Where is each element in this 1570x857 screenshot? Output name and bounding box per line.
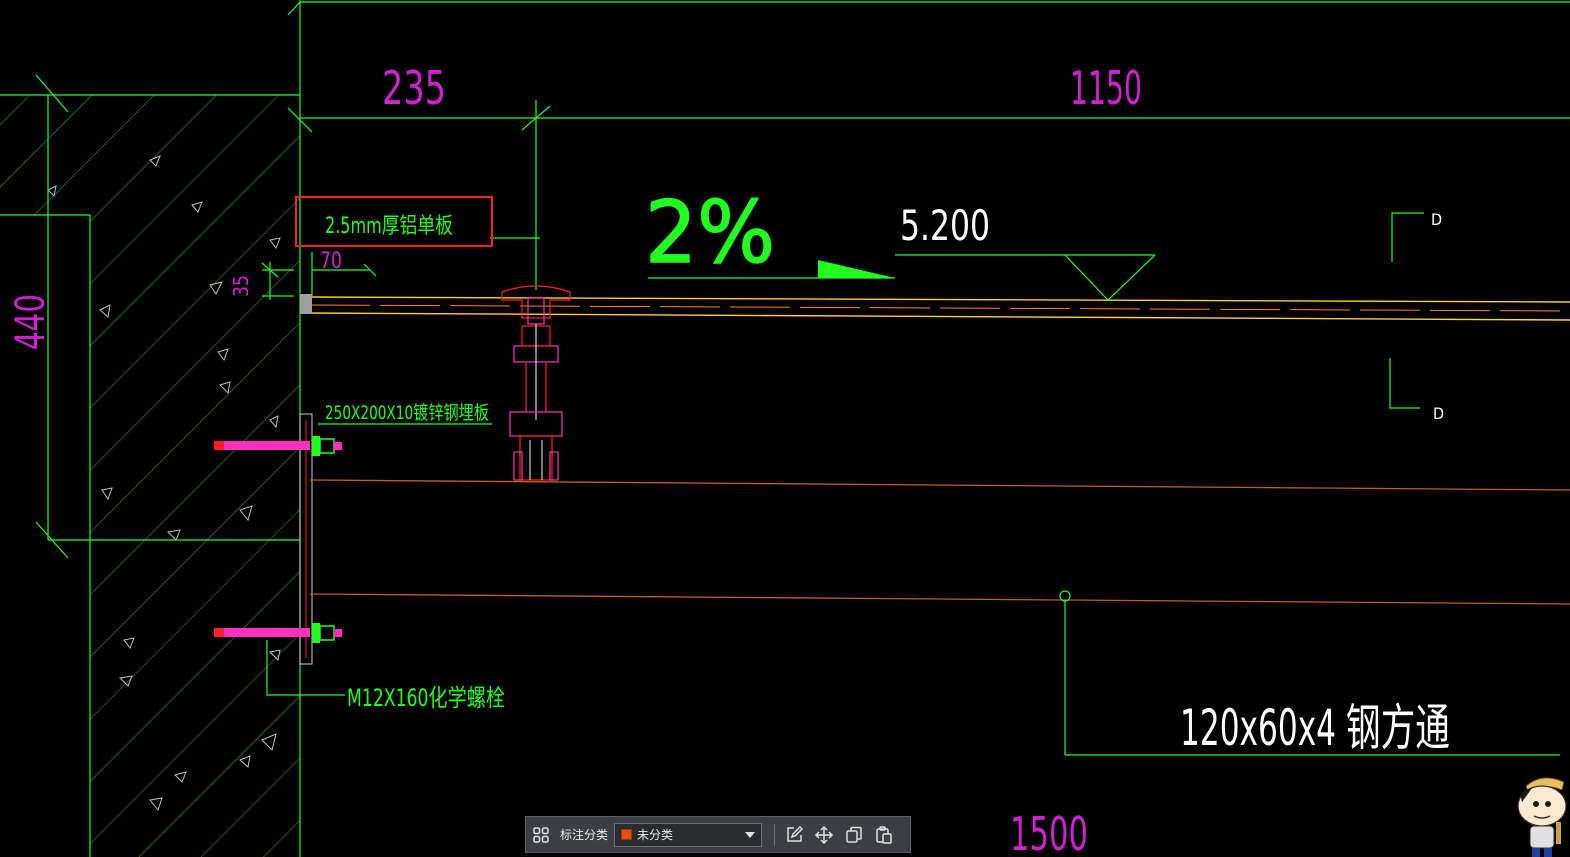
category-color-swatch (621, 829, 633, 840)
edit-icon[interactable] (779, 820, 809, 850)
copy-icon[interactable] (839, 820, 869, 850)
paste-icon[interactable] (869, 820, 899, 850)
slope-percent: 2% (645, 183, 775, 283)
cad-viewport[interactable]: 235 1150 440 70 35 1500 2% 5.200 D D 2.5… (0, 0, 1570, 857)
dim-1150: 1150 (1070, 61, 1142, 115)
dim-35: 35 (229, 275, 253, 297)
section-mark-bottom: D (1433, 404, 1444, 423)
slope-arrow (818, 260, 895, 278)
dim-70: 70 (320, 249, 342, 274)
category-select[interactable]: 未分类 (614, 822, 763, 847)
annotation-toolbar: 标注分类 未分类 (525, 816, 911, 853)
elevation-value: 5.200 (900, 201, 990, 250)
section-mark-top: D (1431, 210, 1442, 229)
dim-440: 440 (8, 294, 54, 350)
bolt-annotation: M12X160化学螺栓 (347, 684, 505, 712)
category-label: 标注分类 (560, 828, 609, 842)
concrete-wall (0, 95, 300, 857)
dim-235: 235 (382, 61, 446, 115)
category-value: 未分类 (637, 828, 674, 842)
aluminum-panel (300, 294, 1570, 321)
tube-annotation: 120x60x4 钢方通 (1180, 699, 1450, 757)
toolbar-divider (774, 823, 776, 846)
embedded-plate (299, 413, 313, 665)
dim-1500: 1500 (1010, 807, 1088, 857)
steel-tube-lines (309, 479, 1570, 605)
chevron-down-icon (745, 831, 756, 838)
support-bracket (501, 285, 571, 481)
panel-annotation: 2.5mm厚铝单板 (325, 214, 453, 239)
plate-annotation: 250X200X10镀锌钢埋板 (325, 402, 489, 424)
grid-icon[interactable] (526, 820, 556, 850)
cad-drawing: 235 1150 440 70 35 1500 2% 5.200 D D 2.5… (0, 0, 1570, 857)
mascot-sticker (1517, 777, 1567, 857)
move-icon[interactable] (809, 820, 839, 850)
